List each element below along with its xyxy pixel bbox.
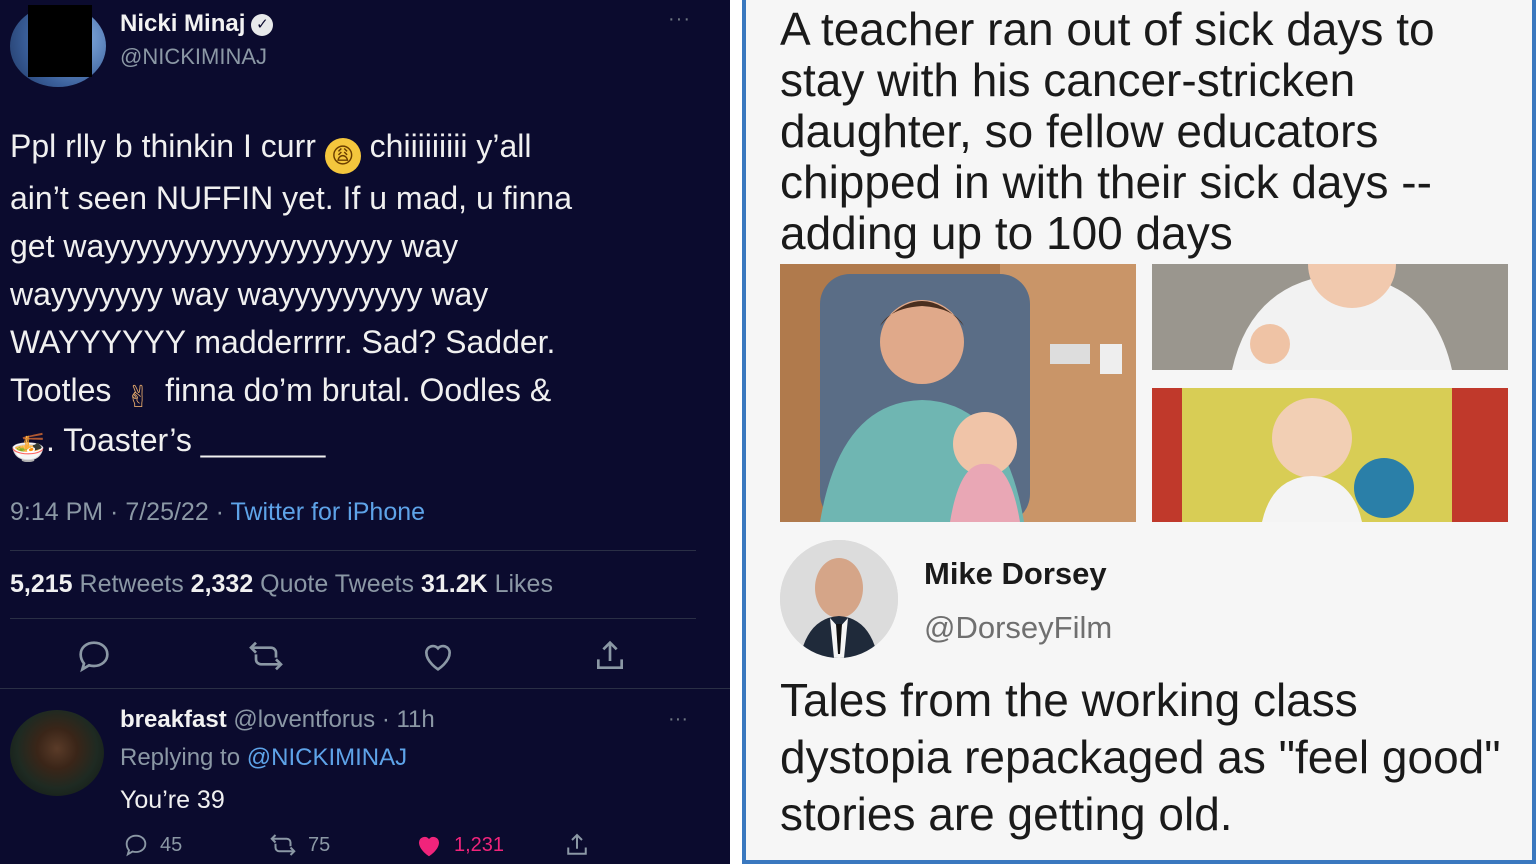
tweet-stats: 5,215 Retweets 2,332 Quote Tweets 31.2K … xyxy=(10,570,553,599)
reply-share-button[interactable] xyxy=(562,830,592,860)
teacher-meme-panel: A teacher ran out of sick days to stay w… xyxy=(742,0,1536,864)
author-handle[interactable]: @NICKIMINAJ xyxy=(120,44,267,70)
reply-text: You’re 39 xyxy=(120,786,225,814)
share-icon xyxy=(567,833,587,855)
redaction-box xyxy=(28,5,92,77)
tweet-text: Ppl rlly b thinkin I curr 😩 chiiiiiiiii … xyxy=(10,122,710,466)
author-name-text: Nicki Minaj xyxy=(120,10,246,37)
divider xyxy=(10,550,696,551)
tweet-text-part: finna do’m brutal. Oodles & xyxy=(165,372,552,408)
weary-face-emoji-icon: 😩 xyxy=(324,138,361,174)
like-count: 1,231 xyxy=(454,833,505,856)
reply-author-handle[interactable]: @loventforus · 11h xyxy=(227,706,434,733)
tweet-source-link[interactable]: Twitter for iPhone xyxy=(231,498,426,526)
like-icon[interactable] xyxy=(418,636,458,676)
tweet-meta: 9:14 PM · 7/25/22 · Twitter for iPhone xyxy=(10,498,425,527)
author-name[interactable]: Nicki Minaj ✓ xyxy=(120,10,274,38)
retweets-count[interactable]: 5,215 xyxy=(10,570,73,598)
mike-dorsey-name[interactable]: Mike Dorsey xyxy=(924,556,1107,592)
retweet-count: 75 xyxy=(308,833,331,856)
father-daughter-photo xyxy=(780,264,1136,522)
reply-retweet-button[interactable]: 75 xyxy=(268,830,330,860)
more-options-icon[interactable]: ··· xyxy=(668,8,691,31)
reply-count: 45 xyxy=(160,833,183,856)
reply-more-options-icon[interactable]: ··· xyxy=(668,708,688,731)
mike-dorsey-avatar[interactable] xyxy=(780,540,898,658)
quote-tweets-count[interactable]: 2,332 xyxy=(191,570,254,598)
retweet-icon[interactable] xyxy=(246,636,286,676)
mike-dorsey-handle[interactable]: @DorseyFilm xyxy=(924,610,1112,646)
retweets-label[interactable]: Retweets xyxy=(73,570,191,598)
replying-to-line: Replying to @NICKIMINAJ xyxy=(120,744,407,772)
replying-to-prefix: Replying to xyxy=(120,744,247,771)
tweet-text-part: Ppl rlly b thinkin I curr xyxy=(10,128,325,164)
like-filled-icon xyxy=(419,836,439,857)
author-avatar[interactable] xyxy=(10,5,106,87)
toddler-photo-bottom xyxy=(1152,388,1508,522)
victory-hand-emoji-icon: ✌ xyxy=(125,381,151,414)
quote-tweet-text: Tales from the working class dystopia re… xyxy=(780,674,1501,840)
reply-icon[interactable] xyxy=(74,636,114,676)
verified-badge-icon: ✓ xyxy=(251,14,274,36)
article-headline: A teacher ran out of sick days to stay w… xyxy=(780,3,1435,259)
reply-reply-button[interactable]: 45 xyxy=(122,830,182,860)
tweet-timestamp[interactable]: 9:14 PM · 7/25/22 · xyxy=(10,498,231,526)
reply-author[interactable]: breakfast @loventforus · 11h xyxy=(120,706,435,734)
reply-like-button[interactable]: 1,231 xyxy=(414,830,504,860)
nicki-tweet-panel: Nicki Minaj ✓ @NICKIMINAJ ··· Ppl rlly b … xyxy=(0,0,730,864)
tweet-text-part: chiiiiiiiii y’all ain’t seen NUFFIN yet.… xyxy=(10,128,573,408)
divider xyxy=(0,688,730,689)
reply-icon xyxy=(125,834,147,857)
likes-count[interactable]: 31.2K xyxy=(421,570,488,598)
likes-label[interactable]: Likes xyxy=(488,570,553,598)
noodle-bowl-emoji-icon: 🍜 xyxy=(10,432,46,463)
replying-to-link[interactable]: @NICKIMINAJ xyxy=(247,744,407,771)
quote-tweets-label[interactable]: Quote Tweets xyxy=(253,570,421,598)
reply-author-name[interactable]: breakfast xyxy=(120,706,227,733)
toddler-photo-top xyxy=(1152,264,1508,370)
tweet-text-part: . Toaster’s _______ xyxy=(46,422,326,458)
share-icon[interactable] xyxy=(590,636,630,676)
reply-author-avatar[interactable] xyxy=(10,710,104,796)
divider xyxy=(10,618,696,619)
retweet-icon xyxy=(270,834,296,856)
